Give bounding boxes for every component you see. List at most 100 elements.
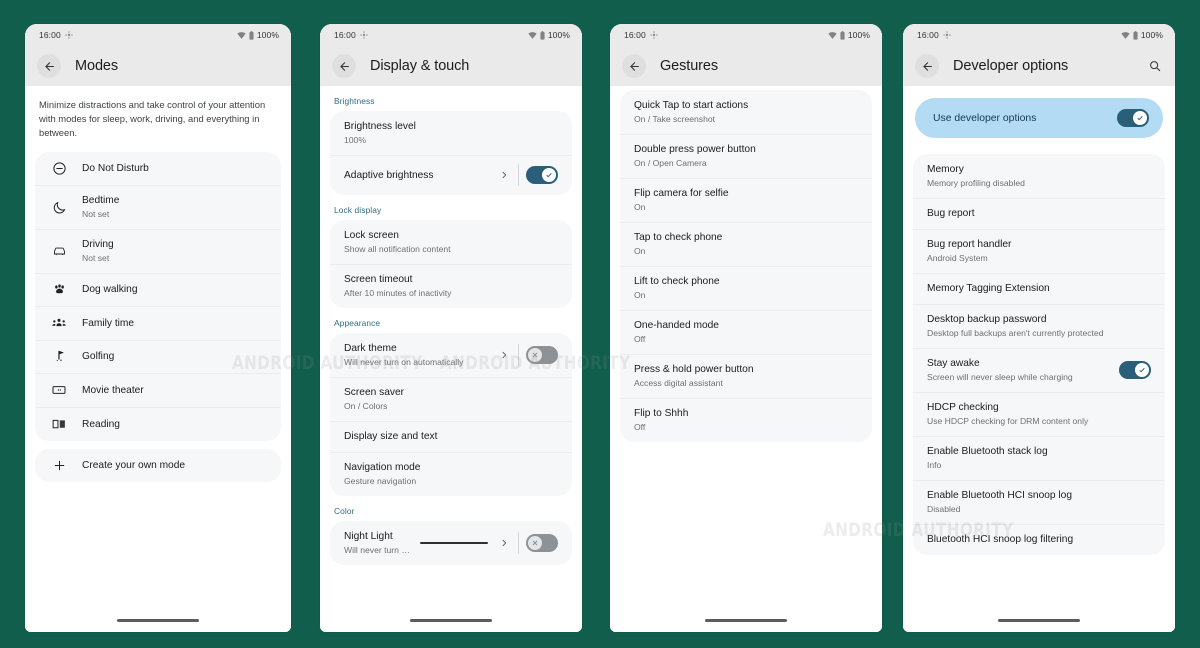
list-item[interactable]: Desktop backup password Desktop full bac… (913, 304, 1165, 348)
phone-screen-developer-options: 16:00 100% Developer options Use develop… (903, 24, 1175, 632)
golf-icon (49, 349, 69, 364)
list-item[interactable]: Bluetooth HCI snoop log filtering (913, 524, 1165, 555)
list-item-texts: Screen timeout After 10 minutes of inact… (344, 273, 558, 299)
list-item-title: Enable Bluetooth stack log (927, 446, 1048, 457)
list-item[interactable]: Screen timeout After 10 minutes of inact… (330, 264, 572, 308)
night-light-slider[interactable] (420, 542, 488, 544)
status-clock: 16:00 (624, 30, 646, 40)
list-item-subtitle: Disabled (927, 504, 961, 514)
check-icon (1139, 367, 1145, 373)
list-item-texts: Create your own mode (82, 459, 267, 472)
back-button[interactable] (915, 54, 939, 78)
device-screen: 16:00 100% (903, 24, 1175, 632)
list-item[interactable]: Night Light Will never turn on automatic… (330, 521, 572, 565)
screen-content: Quick Tap to start actions On / Take scr… (610, 86, 882, 632)
list-item[interactable]: Stay awake Screen will never sleep while… (913, 348, 1165, 392)
list-item[interactable]: Bug report (913, 198, 1165, 229)
list-item[interactable]: Bug report handler Android System (913, 229, 1165, 273)
status-clock: 16:00 (334, 30, 356, 40)
list-item[interactable]: Press & hold power button Access digital… (620, 354, 872, 398)
list-item-texts: Enable Bluetooth HCI snoop log Disabled (927, 489, 1151, 515)
phone-screen-gestures: 16:00 100% Gestures Quick Tap to start a… (610, 24, 882, 632)
close-icon (532, 540, 538, 546)
check-icon (1137, 115, 1143, 121)
list-item-texts: Bug report (927, 207, 1151, 220)
list-item[interactable]: Movie theater (35, 373, 281, 407)
list-item-texts: Quick Tap to start actions On / Take scr… (634, 99, 858, 125)
battery-percent: 100% (847, 30, 870, 40)
list-item-texts: Lift to check phone On (634, 275, 858, 301)
status-bar-left: 16:00 (334, 30, 368, 40)
home-indicator[interactable] (998, 619, 1080, 622)
create-your-own-mode-button[interactable]: Create your own mode (35, 449, 281, 482)
list-item-title: Reading (82, 418, 120, 430)
list-item[interactable]: Lock screen Show all notification conten… (330, 220, 572, 264)
screenshot-canvas: 16:00 100% Modes Minimize distractions a… (0, 0, 1200, 648)
list-item-texts: Reading (82, 418, 267, 431)
list-item[interactable]: Adaptive brightness (330, 155, 572, 195)
list-item[interactable]: Screen saver On / Colors (330, 377, 572, 421)
list-item[interactable]: HDCP checking Use HDCP checking for DRM … (913, 392, 1165, 436)
list-item[interactable]: Display size and text (330, 421, 572, 452)
page-title: Gestures (660, 58, 719, 74)
list-item[interactable]: Bedtime Not set (35, 185, 281, 229)
list-item[interactable]: Dark theme Will never turn on automatica… (330, 333, 572, 377)
list-item[interactable]: Golfing (35, 340, 281, 373)
list-item-subtitle: Android System (927, 253, 988, 263)
list-item-texts: Display size and text (344, 430, 558, 443)
home-indicator[interactable] (117, 619, 199, 622)
adaptive-brightness-toggle[interactable] (526, 166, 558, 184)
list-item[interactable]: Quick Tap to start actions On / Take scr… (620, 90, 872, 134)
list-item[interactable]: Enable Bluetooth HCI snoop log Disabled (913, 480, 1165, 524)
list-item-title: Memory Tagging Extension (927, 283, 1050, 294)
list-item-title: Navigation mode (344, 462, 421, 473)
back-button[interactable] (622, 54, 646, 78)
list-item[interactable]: Driving Not set (35, 229, 281, 273)
list-item[interactable]: Flip camera for selfie On (620, 178, 872, 222)
status-bar: 16:00 100% (903, 24, 1175, 46)
list-item[interactable]: Tap to check phone On (620, 222, 872, 266)
dark-theme-toggle[interactable] (526, 346, 558, 364)
list-item[interactable]: Family time (35, 306, 281, 340)
list-item[interactable]: Brightness level 100% (330, 111, 572, 155)
back-button[interactable] (37, 54, 61, 78)
home-indicator[interactable] (410, 619, 492, 622)
list-item-title: Brightness level (344, 121, 416, 132)
list-item-title: Family time (82, 317, 135, 329)
device-screen: 16:00 100% (320, 24, 582, 632)
use-developer-options-toggle[interactable] (1117, 109, 1149, 127)
list-item[interactable]: Lift to check phone On (620, 266, 872, 310)
list-item-subtitle: Memory profiling disabled (927, 178, 1025, 188)
check-icon (546, 172, 552, 178)
section-header-appearance: Appearance (334, 318, 381, 328)
screen-content: Minimize distractions and take control o… (25, 86, 291, 632)
list-item[interactable]: Dog walking (35, 273, 281, 306)
list-item[interactable]: Flip to Shhh Off (620, 398, 872, 442)
list-item-title: Bug report handler (927, 239, 1012, 250)
list-item[interactable]: Memory Tagging Extension (913, 273, 1165, 304)
list-item-title: Double press power button (634, 144, 756, 155)
night-light-toggle[interactable] (526, 534, 558, 552)
list-item-subtitle: Desktop full backups aren't currently pr… (927, 328, 1104, 338)
list-item[interactable]: Double press power button On / Open Came… (620, 134, 872, 178)
list-item[interactable]: Do Not Disturb (35, 152, 281, 185)
chevron-right-icon (496, 170, 512, 180)
list-item[interactable]: One-handed mode Off (620, 310, 872, 354)
back-button[interactable] (332, 54, 356, 78)
list-item-texts: One-handed mode Off (634, 319, 858, 345)
list-item[interactable]: Enable Bluetooth stack log Info (913, 436, 1165, 480)
arrow-back-icon (629, 61, 639, 71)
search-button[interactable] (1145, 56, 1165, 76)
plus-icon (49, 458, 69, 473)
toggle-knob (528, 348, 542, 362)
list-item-subtitle: On / Open Camera (634, 158, 707, 168)
home-indicator[interactable] (705, 619, 787, 622)
list-item-texts: Desktop backup password Desktop full bac… (927, 313, 1151, 339)
use-developer-options-row[interactable]: Use developer options (915, 98, 1163, 138)
stay-awake-toggle[interactable] (1119, 361, 1151, 379)
list-item[interactable]: Memory Memory profiling disabled (913, 154, 1165, 198)
people-icon (49, 315, 69, 331)
list-item[interactable]: Navigation mode Gesture navigation (330, 452, 572, 496)
list-item[interactable]: Reading (35, 407, 281, 441)
battery-percent: 100% (547, 30, 570, 40)
